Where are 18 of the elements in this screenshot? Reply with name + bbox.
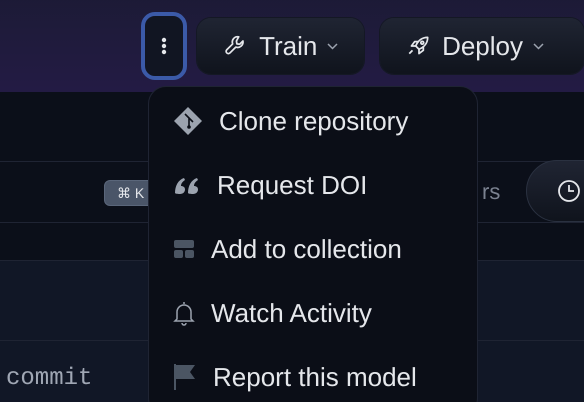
flag-icon bbox=[173, 363, 197, 391]
grid-icon bbox=[173, 239, 195, 259]
menu-item[interactable]: Add to collection bbox=[149, 217, 477, 281]
menu-item[interactable]: Report this model bbox=[149, 345, 477, 402]
quote-icon bbox=[173, 175, 201, 195]
caret-icon bbox=[533, 42, 544, 50]
clock-icon bbox=[557, 179, 581, 203]
deploy-button[interactable]: Deploy bbox=[380, 18, 584, 74]
code-text: commit bbox=[6, 365, 92, 392]
train-button[interactable]: Train bbox=[197, 18, 364, 74]
tab-label: rs bbox=[482, 179, 500, 205]
more-icon bbox=[161, 37, 168, 55]
more-button[interactable] bbox=[141, 12, 188, 80]
menu-item[interactable]: Clone repository bbox=[149, 89, 477, 153]
caret-icon bbox=[327, 42, 338, 50]
git-icon bbox=[173, 106, 203, 136]
menu-item[interactable]: Watch Activity bbox=[149, 281, 477, 345]
bell-icon bbox=[173, 300, 195, 326]
